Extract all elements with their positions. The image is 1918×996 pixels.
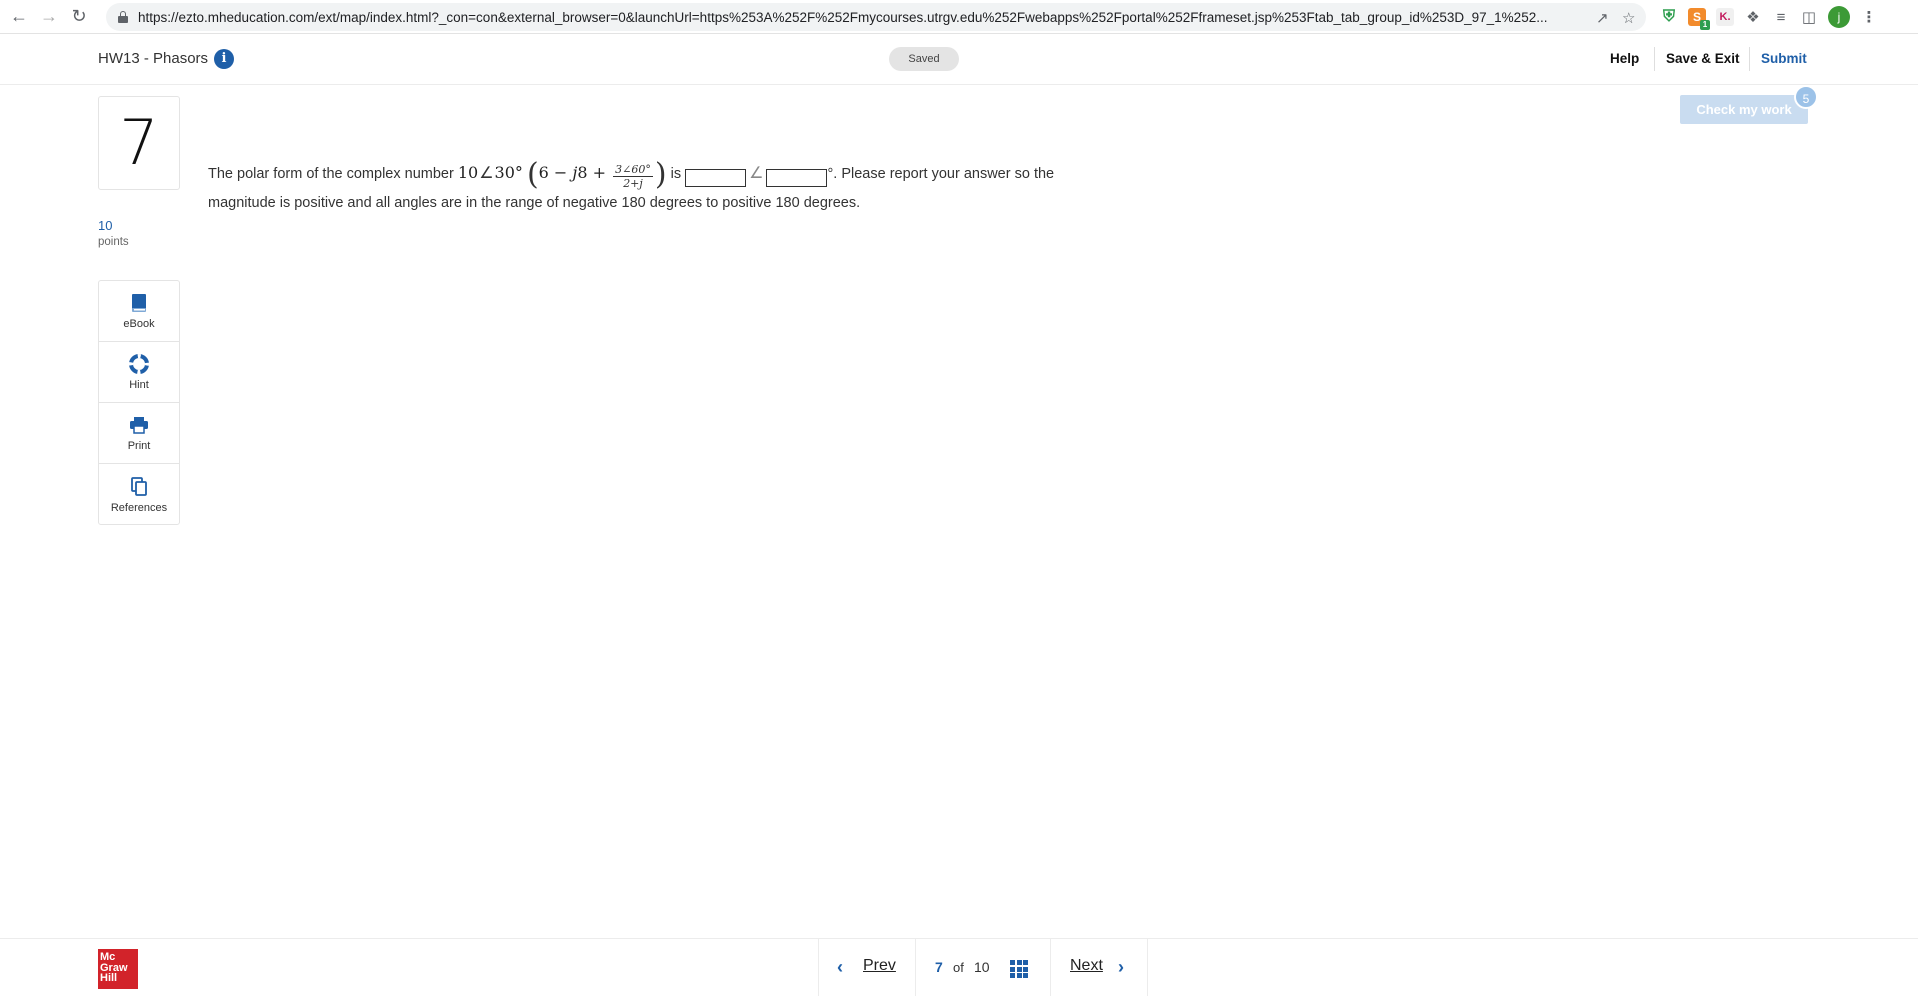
left-paren: ( [526,157,539,192]
header-divider [1654,47,1655,71]
back-arrow-icon[interactable]: ← [4,2,34,32]
logo-line: Mc [100,951,116,963]
reload-icon[interactable]: ↻ [64,2,94,32]
question-tools-panel: eBook Hint Print References [98,280,180,525]
profile-avatar[interactable]: j [1828,6,1850,28]
assignment-title: HW13 - Phasors [98,50,209,67]
url-text[interactable]: https://ezto.mheducation.com/ext/map/ind… [138,10,1598,25]
address-bar[interactable]: https://ezto.mheducation.com/ext/map/ind… [106,3,1646,31]
prev-button[interactable]: Prev [863,957,896,975]
book-icon [128,292,150,314]
pager-divider [1147,939,1148,996]
forward-arrow-icon[interactable]: → [34,2,64,32]
media-list-icon[interactable]: ≡ [1772,8,1790,26]
app-header: HW13 - Phasors i Saved Help Save & Exit … [0,35,1918,85]
hint-label: Hint [129,379,149,391]
help-button[interactable]: Help [1610,51,1639,66]
chevron-right-icon[interactable]: › [1118,957,1124,978]
printer-icon [128,414,150,436]
math-plus: + [587,163,612,182]
ebook-button[interactable]: eBook [99,281,179,342]
points-label: points [98,236,129,248]
math-angle: 30° [494,163,523,182]
shield-extension-icon[interactable]: ⛨ [1660,8,1678,26]
total-pages: 10 [974,959,990,975]
extensions-area: ⛨ S1 K. ❖ ≡ ◫ j ⋮ [1660,5,1878,30]
mcgraw-hill-logo: Mc Graw Hill [98,949,138,989]
current-page-number: 7 [935,959,943,975]
angle-symbol: ∠ [479,163,494,182]
chevron-left-icon[interactable]: ‹ [837,957,843,978]
angle-answer-input[interactable] [766,168,828,187]
fraction-denominator: 2+j [623,177,643,190]
question-grid-icon[interactable] [1010,960,1028,978]
copy-icon [128,476,150,498]
math-inner-b: 8 [577,163,588,182]
info-icon[interactable]: i [214,49,234,69]
references-button[interactable]: References [99,464,179,525]
references-label: References [110,501,168,514]
page-of-label: of [953,960,964,975]
magnitude-answer-input[interactable] [685,168,747,187]
side-panel-icon[interactable]: ◫ [1800,8,1818,26]
question-prompt: The polar form of the complex number 10∠… [208,160,1108,216]
math-inner-a: 6 [538,163,549,182]
star-icon[interactable]: ☆ [1622,9,1635,27]
menu-kebab-icon[interactable]: ⋮ [1860,8,1878,26]
answer-angle-symbol: ∠ [749,163,764,182]
right-paren: ) [654,157,667,192]
lifebuoy-icon [128,353,150,375]
math-magnitude: 10 [457,163,479,182]
points-value: 10 [98,218,113,233]
extension-badge: 1 [1700,20,1710,30]
browser-toolbar: ← → ↻ https://ezto.mheducation.com/ext/m… [0,0,1918,34]
puzzle-icon[interactable]: ❖ [1744,8,1762,26]
print-button[interactable]: Print [99,403,179,464]
print-label: Print [127,440,151,452]
orange-extension-icon[interactable]: S1 [1688,8,1710,30]
lock-icon[interactable] [118,11,128,23]
header-divider [1749,47,1750,71]
question-number: 7 [98,96,180,190]
fraction-numerator: 3∠60° [613,163,653,177]
pager-divider [818,939,819,996]
share-icon[interactable]: ↗ [1596,9,1609,27]
pager-divider [1050,939,1051,996]
check-my-work-button[interactable]: Check my work [1680,95,1808,124]
math-minus: − [548,163,573,182]
checks-remaining-badge: 5 [1794,85,1818,109]
logo-line: Hill [100,972,118,984]
prompt-text-before: The polar form of the complex number [208,166,458,182]
math-fraction: 3∠60° 2+j [613,163,653,190]
hint-button[interactable]: Hint [99,342,179,403]
saved-status-badge: Saved [889,47,959,71]
submit-button[interactable]: Submit [1761,51,1807,66]
footer: Mc Graw Hill ‹ Prev 7 of 10 Next › [0,938,1918,996]
k-extension-icon[interactable]: K. [1716,8,1734,26]
save-exit-button[interactable]: Save & Exit [1666,51,1740,66]
pager-divider [915,939,916,996]
next-button[interactable]: Next [1070,957,1103,975]
prompt-text-is: is [670,166,686,182]
ebook-label: eBook [123,318,155,330]
